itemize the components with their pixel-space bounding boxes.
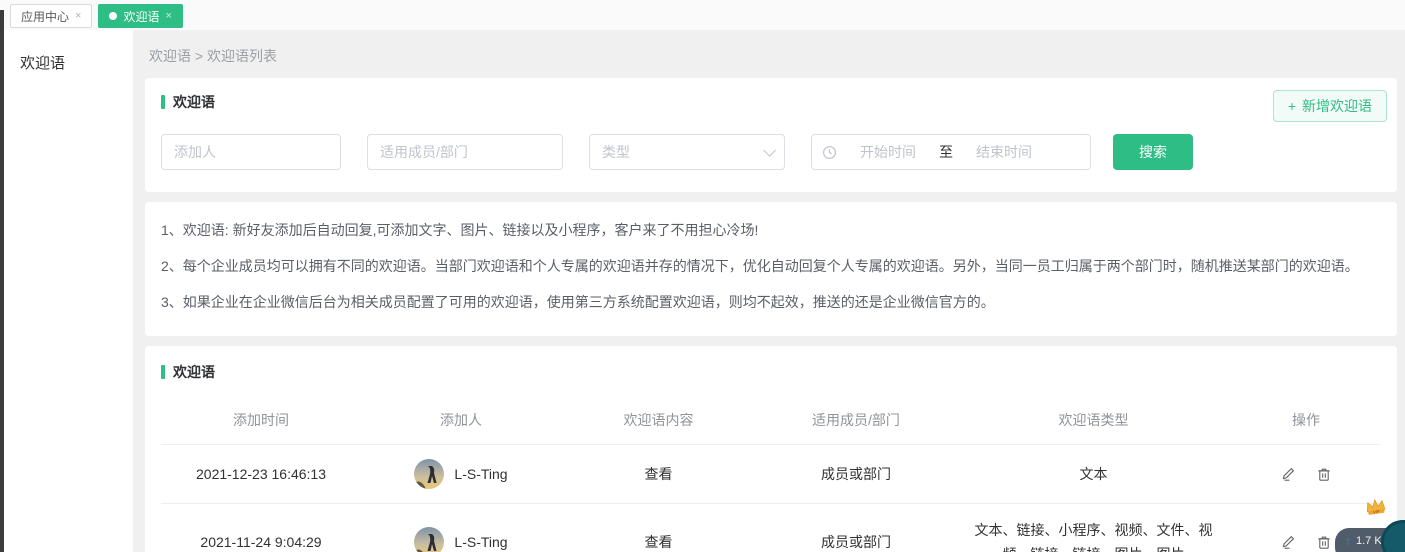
add-button-label: 新增欢迎语: [1302, 96, 1372, 116]
tab-welcome-message[interactable]: 欢迎语 ×: [98, 4, 182, 28]
welcome-message-table: 添加时间 添加人 欢迎语内容 适用成员/部门 欢迎语类型 操作 2021-12-…: [161, 398, 1381, 552]
active-dot-icon: [109, 12, 117, 20]
col-operation: 操作: [1231, 398, 1381, 445]
title-accent-bar: [161, 365, 165, 379]
view-content-link[interactable]: 查看: [645, 466, 673, 482]
vip-crown-icon: VIP: [1364, 497, 1389, 523]
table-row: 2021-12-23 16:46:13: [161, 445, 1381, 504]
breadcrumb: 欢迎语 > 欢迎语列表: [145, 30, 1397, 78]
view-content-link[interactable]: 查看: [645, 534, 673, 550]
search-card: 欢迎语 + 新增欢迎语 类型: [145, 78, 1397, 192]
col-type: 欢迎语类型: [956, 398, 1231, 445]
plus-icon: +: [1288, 98, 1296, 114]
add-welcome-message-button[interactable]: + 新增欢迎语: [1273, 90, 1387, 122]
app-window: 应用中心 × 欢迎语 × 欢迎语 欢迎语 > 欢迎语列表 欢迎语 + 新增欢迎语: [0, 0, 1405, 552]
table-header-row: 添加时间 添加人 欢迎语内容 适用成员/部门 欢迎语类型 操作: [161, 398, 1381, 445]
col-content: 欢迎语内容: [561, 398, 756, 445]
sidebar: 欢迎语: [0, 30, 133, 552]
cell-adder: L-S-Ting: [361, 504, 561, 552]
cell-scope: 成员或部门: [756, 504, 956, 552]
table-card: 欢迎语 添加时间 添加人 欢迎语内容 适用成员/部门 欢迎语类型 操作: [145, 346, 1397, 552]
title-accent-bar: [161, 95, 165, 109]
tab-app-center[interactable]: 应用中心 ×: [10, 4, 92, 28]
date-range-picker[interactable]: 至: [811, 134, 1091, 170]
section-title: 欢迎语: [161, 92, 1381, 112]
col-adder: 添加人: [361, 398, 561, 445]
clock-icon: [822, 145, 837, 160]
section-title: 欢迎语: [161, 362, 1381, 382]
tab-label: 欢迎语: [123, 8, 159, 25]
adder-name: L-S-Ting: [454, 530, 507, 552]
adder-name: L-S-Ting: [454, 462, 507, 486]
cell-scope: 成员或部门: [756, 445, 956, 504]
filter-row: 类型 至 搜索: [161, 134, 1381, 170]
chevron-down-icon: [763, 144, 776, 157]
cell-add-time: 2021-11-24 9:04:29: [161, 504, 361, 552]
col-add-time: 添加时间: [161, 398, 361, 445]
tab-label: 应用中心: [21, 8, 69, 25]
table-row: 2021-11-24 9:04:29 L-S-Ting: [161, 504, 1381, 552]
floating-ball[interactable]: [1381, 520, 1405, 552]
close-icon[interactable]: ×: [75, 11, 81, 22]
edit-icon[interactable]: [1280, 534, 1296, 550]
cell-type: 文本、链接、小程序、视频、文件、视频、链接、链接、图片、图片: [956, 504, 1231, 552]
avatar: [414, 527, 444, 552]
sidebar-item-welcome-message[interactable]: 欢迎语: [20, 52, 133, 73]
note-line: 3、如果企业在企业微信后台为相关成员配置了可用的欢迎语，使用第三方系统配置欢迎语…: [161, 284, 1381, 320]
vip-label: VIP: [1373, 509, 1380, 515]
member-department-input[interactable]: [367, 134, 563, 170]
type-select[interactable]: 类型: [589, 134, 785, 170]
search-button[interactable]: 搜索: [1113, 134, 1193, 170]
main-content: 欢迎语 > 欢迎语列表 欢迎语 + 新增欢迎语 类型: [133, 30, 1405, 552]
section-title-text: 欢迎语: [173, 92, 215, 112]
end-time-input[interactable]: [961, 144, 1047, 160]
note-line: 1、欢迎语: 新好友添加后自动回复,可添加文字、图片、链接以及小程序，客户来了不…: [161, 212, 1381, 248]
upload-arrow-icon: ↑: [1345, 534, 1351, 548]
close-icon[interactable]: ×: [165, 11, 171, 22]
edit-icon[interactable]: [1280, 466, 1296, 482]
cell-adder: L-S-Ting: [361, 445, 561, 504]
type-select-placeholder: 类型: [602, 142, 630, 162]
cell-add-time: 2021-12-23 16:46:13: [161, 445, 361, 504]
adder-input[interactable]: [161, 134, 341, 170]
window-edge: [0, 10, 4, 552]
start-time-input[interactable]: [845, 144, 931, 160]
col-scope: 适用成员/部门: [756, 398, 956, 445]
section-title-text: 欢迎语: [173, 362, 215, 382]
avatar: [414, 459, 444, 489]
network-speed-widget[interactable]: VIP ↑ 1.7 K/s: [1325, 500, 1405, 552]
tab-bar: 应用中心 × 欢迎语 ×: [0, 0, 1405, 30]
to-label: 至: [939, 142, 953, 162]
notes-card: 1、欢迎语: 新好友添加后自动回复,可添加文字、图片、链接以及小程序，客户来了不…: [145, 202, 1397, 336]
note-line: 2、每个企业成员均可以拥有不同的欢迎语。当部门欢迎语和个人专属的欢迎语并存的情况…: [161, 248, 1381, 284]
delete-icon[interactable]: [1316, 466, 1332, 482]
cell-type: 文本: [956, 445, 1231, 504]
